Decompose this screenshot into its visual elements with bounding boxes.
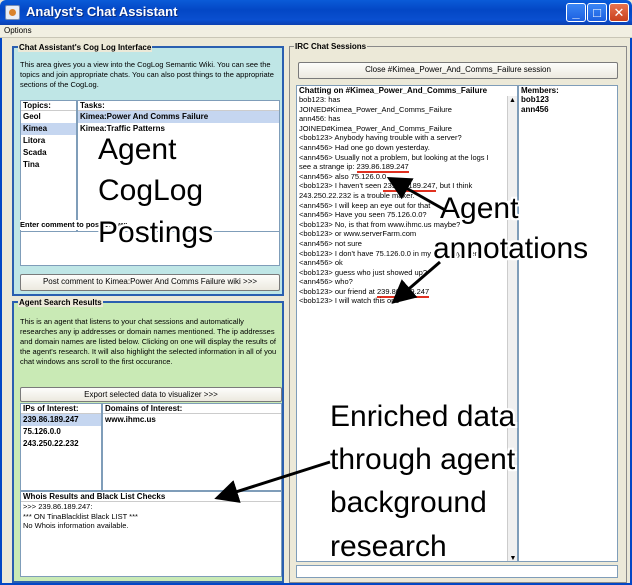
whois-line: >>> 239.86.189.247:	[23, 502, 93, 511]
annotation-enriched-2: through agent	[330, 443, 516, 476]
chat-line: <ann456> who?	[299, 277, 353, 287]
whois-line: *** ON TinaBlacklist Black LIST ***	[23, 511, 138, 521]
close-session-button[interactable]: Close #Kimea_Power_And_Comms_Failure ses…	[298, 62, 618, 79]
agent-panel: Agent Search Results This is an agent th…	[12, 298, 284, 583]
app-icon	[5, 5, 20, 20]
chat-line: <bob123> guess who just showed up?	[299, 267, 428, 277]
chat-line: bob123: has	[299, 95, 341, 104]
agent-description: This is an agent that listens to your ch…	[20, 317, 277, 366]
member-item[interactable]: ann456	[519, 105, 617, 115]
chat-line: <bob123> I will watch this one	[299, 296, 400, 306]
title-bar: Analyst's Chat Assistant _ □ ✕	[0, 0, 632, 25]
chat-line: ann456: has	[299, 114, 341, 124]
agent-panel-title: Agent Search Results	[18, 298, 103, 307]
menu-bar: Options	[0, 25, 632, 38]
annotation-agent-coglog-1: Agent	[98, 133, 177, 166]
menu-options[interactable]: Options	[4, 26, 32, 35]
topic-item[interactable]: Litora	[21, 135, 76, 147]
topic-item[interactable]: Geol	[21, 111, 76, 123]
member-item[interactable]: bob123	[519, 95, 617, 105]
chat-line: <ann456> Had one go down yesterday.	[299, 142, 430, 152]
annotation-agent-annotations-1: Agent	[440, 192, 519, 225]
annotation-enriched-1: Enriched data	[330, 400, 516, 433]
coglog-panel: Chat Assistant's Cog Log Interface This …	[12, 43, 284, 296]
topic-item[interactable]: Scada	[21, 147, 76, 159]
members-list[interactable]: Members: bob123 ann456	[518, 85, 618, 562]
chat-line: JOINED#Kimea_Power_And_Comms_Failure	[299, 104, 452, 114]
maximize-button[interactable]: □	[587, 3, 607, 22]
ip-item[interactable]: 75.126.0.0	[21, 426, 101, 438]
domains-header: Domains of Interest:	[103, 404, 281, 414]
scroll-down-arrow[interactable]: ▼	[508, 554, 517, 561]
annotation-agent-coglog-3: Postings	[98, 216, 214, 249]
chat-line: <bob123> Anybody having trouble with a s…	[299, 133, 462, 143]
post-comment-button[interactable]: Post comment to Kimea:Power And Comms Fa…	[20, 274, 280, 291]
members-header: Members:	[519, 86, 617, 95]
close-window-button[interactable]: ✕	[609, 3, 629, 22]
chat-line: <bob123> I haven't seen 239.86.189.247, …	[299, 181, 473, 193]
annotation-agent-annotations-2: annotations	[433, 232, 589, 265]
chat-header: Chatting on #Kimea_Power_And_Comms_Failu…	[297, 86, 517, 95]
ips-header: IPs of Interest:	[21, 404, 101, 414]
chat-scrollbar[interactable]: ▲ ▼	[507, 96, 517, 561]
ips-list[interactable]: IPs of Interest: 239.86.189.247 75.126.0…	[20, 403, 102, 491]
chat-line: see a strange ip: 239.86.189.247	[299, 162, 409, 174]
export-button[interactable]: Export selected data to visualizer >>>	[20, 387, 282, 402]
chat-line: JOINED#Kimea_Power_And_Comms_Failure	[299, 123, 452, 133]
minimize-button[interactable]: _	[566, 3, 586, 22]
irc-panel-title: IRC Chat Sessions	[294, 42, 368, 51]
topic-item[interactable]: Tina	[21, 159, 76, 171]
coglog-panel-title: Chat Assistant's Cog Log Interface	[18, 43, 153, 52]
task-item[interactable]: Kimea:Power And Comms Failure	[78, 111, 279, 123]
topics-header: Topics:	[21, 101, 76, 111]
annotation-agent-coglog-2: CogLog	[98, 174, 204, 207]
ip-item[interactable]: 239.86.189.247	[21, 414, 101, 426]
chat-line: <ann456> also 75.126.0.0	[299, 171, 387, 181]
chat-input[interactable]	[296, 565, 618, 578]
whois-header: Whois Results and Black List Checks	[21, 492, 281, 502]
annotation-enriched-4: research	[330, 530, 447, 563]
chat-line: <bob123> our friend at 239.86.189.247	[299, 286, 430, 298]
tasks-header: Tasks:	[78, 101, 279, 111]
whois-results: Whois Results and Black List Checks >>> …	[20, 491, 282, 577]
topic-item[interactable]: Kimea	[21, 123, 76, 135]
domains-list[interactable]: Domains of Interest: www.ihmc.us	[102, 403, 282, 491]
whois-line: No Whois information available.	[23, 521, 129, 531]
domain-item[interactable]: www.ihmc.us	[103, 414, 281, 426]
ip-item[interactable]: 243.250.22.232	[21, 438, 101, 450]
annotation-enriched-3: background	[330, 486, 487, 519]
window-title: Analyst's Chat Assistant	[26, 4, 178, 19]
chat-line: <ann456> Usually not a problem, but look…	[299, 152, 489, 162]
scroll-up-arrow[interactable]: ▲	[508, 96, 517, 105]
coglog-description: This area gives you a view into the CogL…	[20, 60, 274, 89]
